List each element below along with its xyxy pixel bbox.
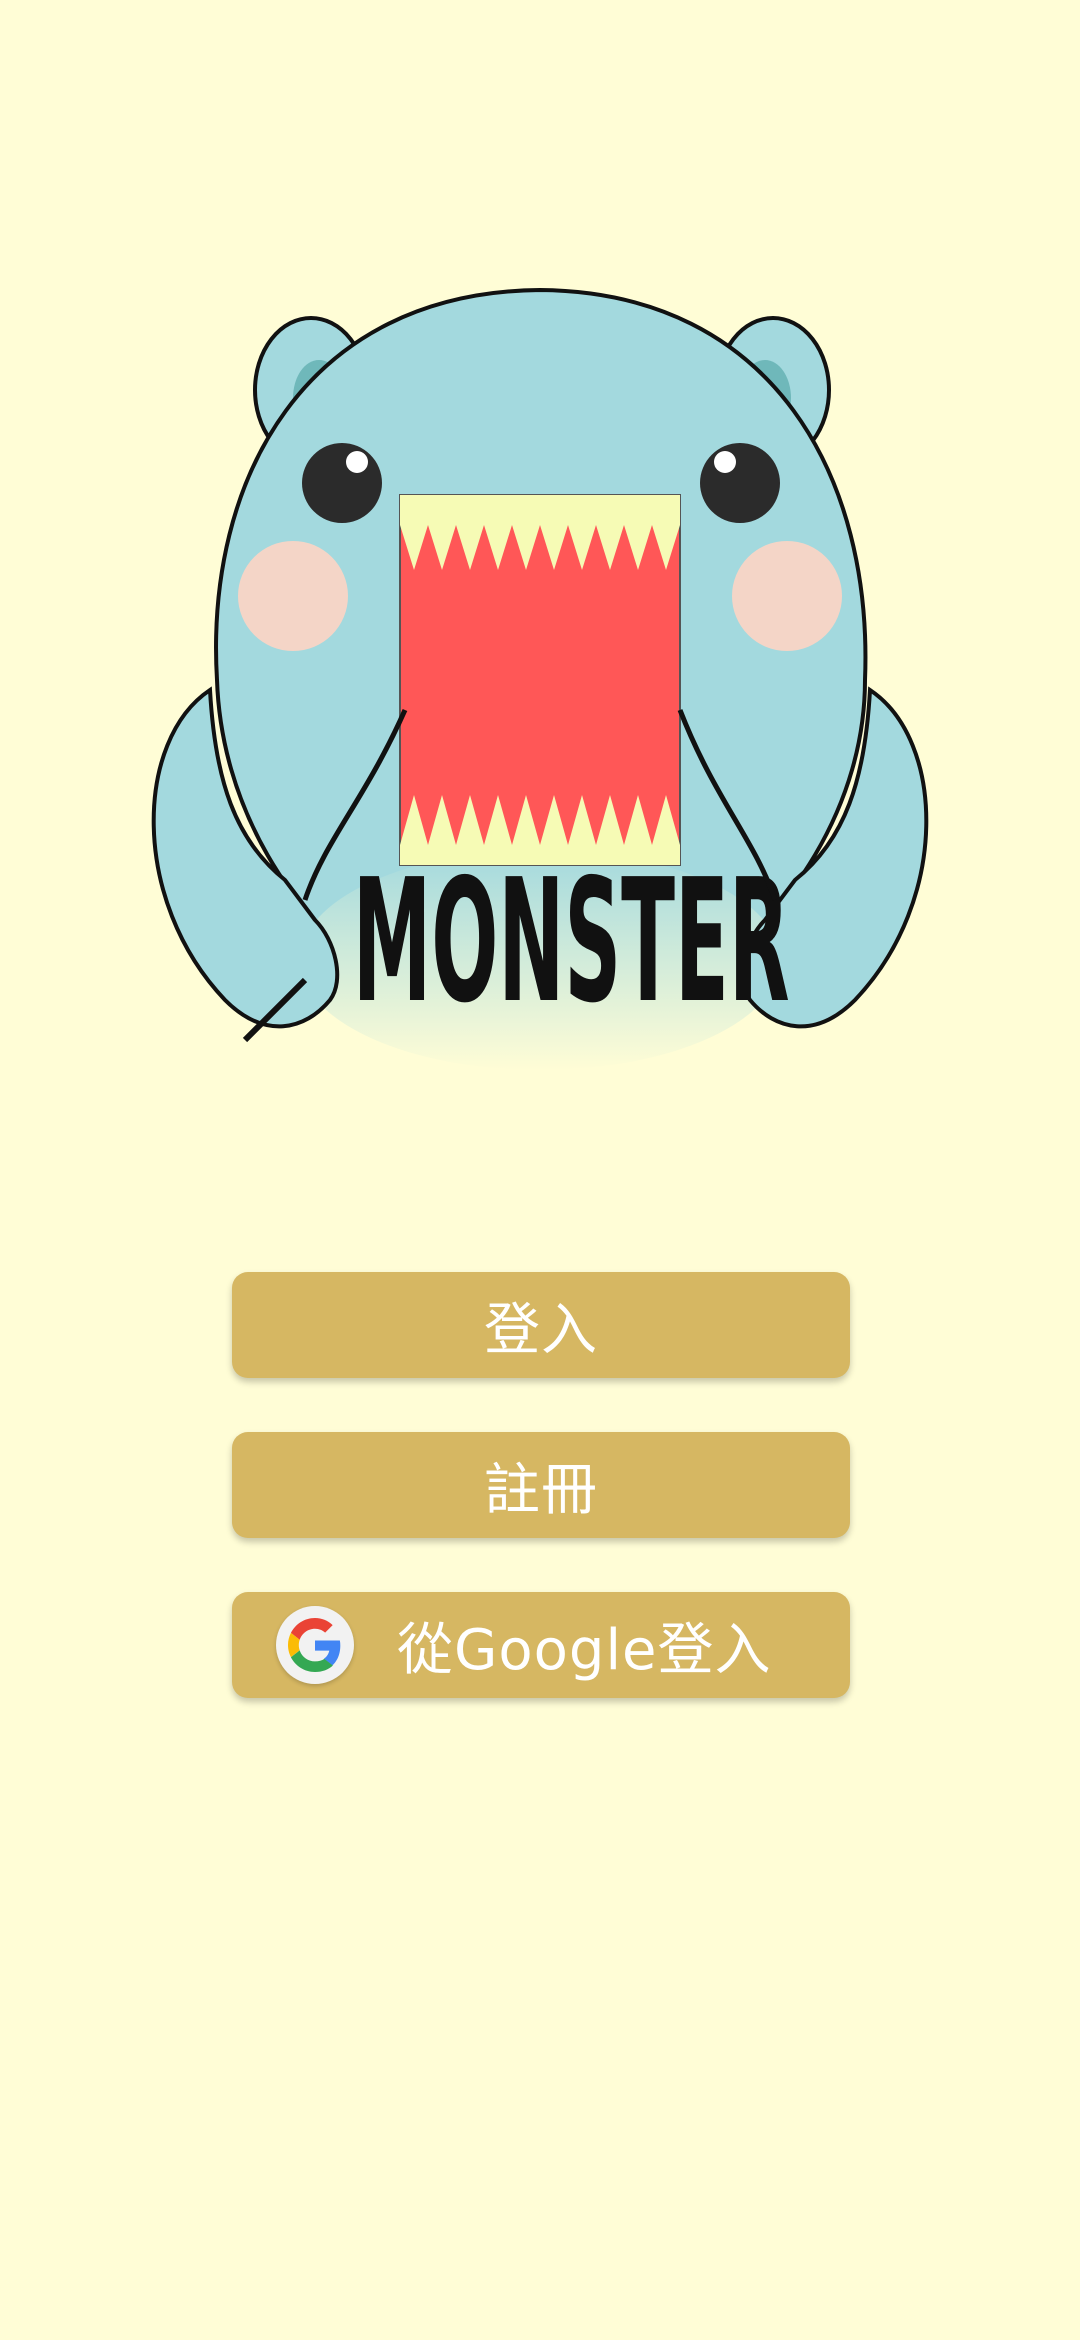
google-login-button[interactable]: 從Google登入 bbox=[232, 1592, 850, 1698]
eye-right bbox=[700, 443, 780, 523]
register-button-label: 註冊 bbox=[484, 1457, 598, 1523]
monster-mascot-icon: MONSTER bbox=[151, 287, 929, 1070]
google-g-icon bbox=[276, 1606, 354, 1684]
eye-left bbox=[302, 443, 382, 523]
svg-text:MONSTER: MONSTER bbox=[353, 842, 790, 1040]
register-button[interactable]: 註冊 bbox=[232, 1432, 850, 1538]
login-button-label: 登入 bbox=[484, 1297, 598, 1363]
logo-wordmark: MONSTER bbox=[353, 842, 790, 1040]
google-login-label: 從Google登入 bbox=[397, 1617, 772, 1683]
mouth bbox=[399, 494, 681, 866]
app-logo: MONSTER bbox=[135, 280, 945, 1090]
login-button[interactable]: 登入 bbox=[232, 1272, 850, 1378]
